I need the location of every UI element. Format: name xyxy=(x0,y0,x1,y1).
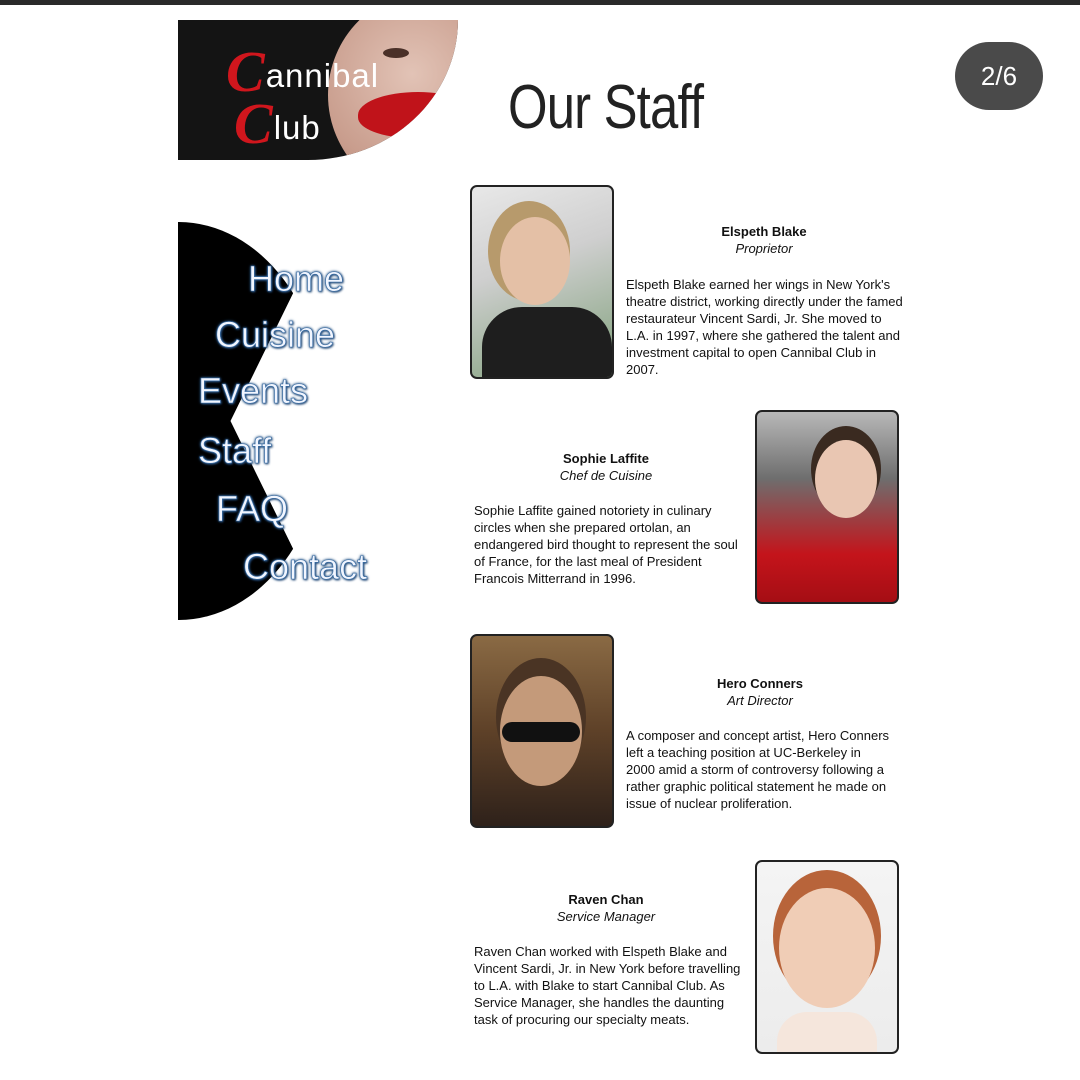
nav-home[interactable]: Home xyxy=(248,258,345,300)
logo-eye xyxy=(383,48,409,58)
staff-role: Service Manager xyxy=(556,909,656,924)
staff-role: Proprietor xyxy=(735,241,793,256)
staff-bio: Elspeth Blake earned her wings in New Yo… xyxy=(626,277,903,377)
staff-bio: A composer and concept artist, Hero Conn… xyxy=(626,728,890,811)
cannibal-club-logo[interactable]: Cannibal Club xyxy=(178,20,458,160)
staff-photo-sophie-laffite xyxy=(755,410,899,604)
staff-bio: Sophie Laffite gained notoriety in culin… xyxy=(474,503,738,586)
staff-role: Chef de Cuisine xyxy=(559,468,653,483)
staff-name: Elspeth Blake xyxy=(721,224,807,239)
nav-events[interactable]: Events xyxy=(198,370,309,412)
top-border xyxy=(0,0,1080,5)
staff-photo-elspeth-blake xyxy=(470,185,614,379)
staff-bio: Raven Chan worked with Elspeth Blake and… xyxy=(474,944,741,1027)
slide-counter-badge: 2/6 xyxy=(955,42,1043,110)
staff-name: Sophie Laffite xyxy=(563,451,649,466)
page-title: Our Staff xyxy=(508,73,704,142)
nav-cuisine[interactable]: Cuisine xyxy=(215,314,336,356)
staff-photo-hero-conners xyxy=(470,634,614,828)
nav-contact[interactable]: Contact xyxy=(243,546,368,588)
nav-staff[interactable]: Staff xyxy=(198,430,272,472)
logo-word-club: Club xyxy=(234,91,321,156)
staff-photo-raven-chan xyxy=(755,860,899,1054)
staff-name: Hero Conners xyxy=(717,676,803,691)
staff-name: Raven Chan xyxy=(568,892,644,907)
staff-role: Art Director xyxy=(727,693,793,708)
nav-faq[interactable]: FAQ xyxy=(216,488,289,530)
